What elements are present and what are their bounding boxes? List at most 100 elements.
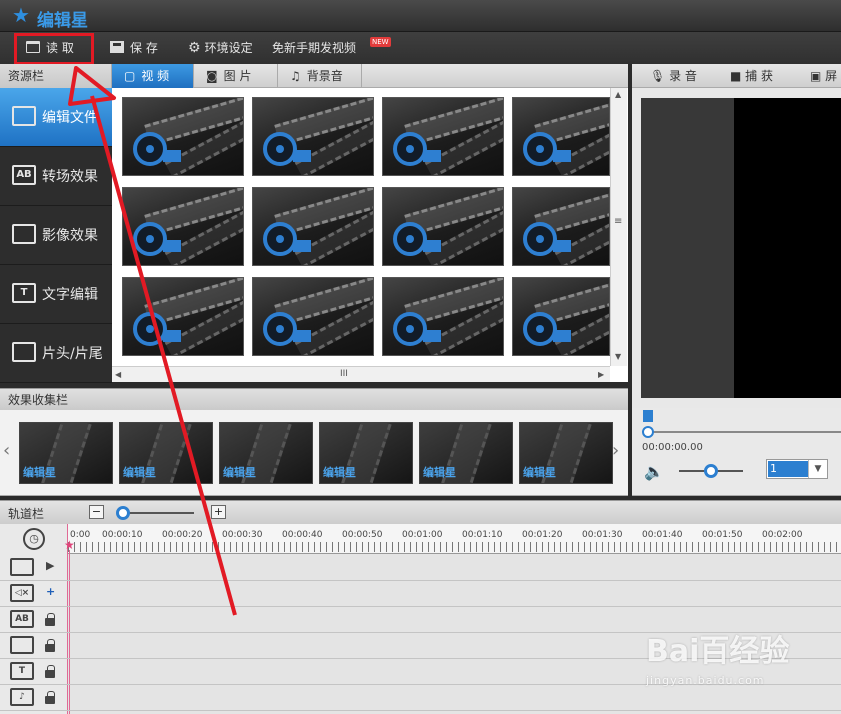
zoom-knob[interactable]	[116, 506, 130, 520]
ruler-tick-label: 00:02:00	[762, 530, 803, 540]
settings-button[interactable]: ⚙ 环境设定	[188, 32, 253, 64]
lock-icon[interactable]	[45, 639, 55, 652]
save-button[interactable]: 保 存	[110, 32, 158, 64]
sidebar-item-label: 影像效果	[42, 228, 98, 244]
video-thumbnail[interactable]	[512, 187, 610, 266]
ruler-tick-label: 00:01:40	[642, 530, 683, 540]
seek-bar[interactable]	[648, 431, 841, 433]
add-track-icon[interactable]: +	[46, 585, 55, 598]
ruler-tick-label: 00:00:10	[102, 530, 143, 540]
video-thumbnail[interactable]	[382, 97, 504, 176]
video-thumbnail[interactable]	[252, 277, 374, 356]
video-thumbnail[interactable]	[122, 277, 244, 356]
video-thumbnail[interactable]	[512, 277, 610, 356]
timecode: 00:00:00.00	[642, 442, 703, 453]
track-divider	[0, 606, 841, 607]
tab-video[interactable]: ▢ 视 频	[112, 64, 194, 88]
fx-scroll-right-icon[interactable]: ›	[612, 440, 619, 461]
ab-transition-icon: AB	[12, 165, 36, 185]
lock-icon[interactable]	[45, 665, 55, 678]
film-reel-icon	[523, 132, 557, 166]
film-reel-icon	[393, 132, 427, 166]
text-track-icon: T	[10, 662, 34, 680]
gear-icon: ⚙	[188, 40, 201, 56]
zoom-out-button[interactable]: −	[89, 505, 104, 519]
ruler-tick-label: 00:00:50	[342, 530, 383, 540]
track-title: 轨道栏	[8, 507, 45, 521]
sidebar-item-title-ending[interactable]: 片头/片尾	[0, 324, 112, 383]
camera-icon: ◙	[206, 69, 218, 83]
effect-thumbnail[interactable]: 编辑星	[119, 422, 213, 484]
record-label: 录 音	[669, 69, 697, 83]
effect-thumbnail[interactable]: 编辑星	[519, 422, 613, 484]
lock-icon[interactable]	[45, 613, 55, 626]
scroll-left-icon[interactable]: ◀	[115, 370, 121, 379]
volume-knob[interactable]	[704, 464, 718, 478]
seek-knob[interactable]	[642, 426, 654, 438]
volume-icon[interactable]: 🔈	[644, 462, 664, 481]
effect-thumbnail[interactable]: 编辑星	[319, 422, 413, 484]
save-label: 保 存	[130, 41, 158, 55]
screen-button[interactable]: ▣ 屏幕	[810, 64, 841, 107]
video-thumbnail[interactable]	[512, 97, 610, 176]
promo-link[interactable]: 免新手期发视频	[272, 32, 356, 64]
video-thumbnail[interactable]	[252, 97, 374, 176]
tab-music[interactable]: ♫背景音乐	[278, 64, 362, 107]
sidebar-item-image-effect[interactable]: 影像效果	[0, 206, 112, 265]
lock-icon[interactable]	[45, 691, 55, 704]
sidebar-item-label: 转场效果	[42, 169, 98, 185]
video-thumbnail[interactable]	[252, 187, 374, 266]
video-thumbnail[interactable]	[382, 187, 504, 266]
video-thumbnail[interactable]	[122, 187, 244, 266]
film-reel-icon	[393, 312, 427, 346]
horizontal-scrollbar[interactable]: ◀ III ▶	[112, 366, 610, 382]
capture-button[interactable]: ■ 捕 获	[730, 64, 773, 88]
effect-thumbnail-label: 编辑星	[523, 466, 556, 479]
playhead-marker[interactable]	[643, 410, 653, 422]
scroll-right-icon[interactable]: ▶	[598, 370, 604, 379]
video-track-icon	[10, 558, 34, 576]
music-note-icon: ♫	[290, 69, 301, 83]
film-reel-icon	[523, 222, 557, 256]
ruler-tick-label: 00:00:20	[162, 530, 203, 540]
scroll-grip-icon[interactable]: ≡	[614, 216, 622, 227]
transition-track-icon: AB	[10, 610, 34, 628]
speed-value[interactable]: 1	[768, 461, 808, 477]
watermark-logo: Bai百经验	[646, 634, 790, 669]
record-button[interactable]: 🎙 录 音	[650, 64, 697, 88]
effect-thumbnail-label: 编辑星	[223, 466, 256, 479]
ruler-tick-label: 00:01:00	[402, 530, 443, 540]
tab-image[interactable]: ◙ 图 片	[194, 64, 278, 88]
effect-thumbnail[interactable]: 编辑星	[19, 422, 113, 484]
scroll-grip-icon[interactable]: III	[340, 369, 348, 379]
chevron-down-icon[interactable]: ▼	[808, 460, 827, 478]
zoom-slider[interactable]	[122, 512, 194, 514]
music-track-icon: ♪	[10, 688, 34, 706]
video-thumbnail[interactable]	[122, 97, 244, 176]
effect-thumbnail-label: 编辑星	[423, 466, 456, 479]
effect-thumbnail[interactable]: 编辑星	[419, 422, 513, 484]
title-bar: ★ 编辑星	[0, 0, 841, 32]
film-frame-icon	[12, 106, 36, 126]
sidebar-item-transition[interactable]: AB 转场效果	[0, 147, 112, 206]
vertical-scrollbar[interactable]: ▲ ≡ ▼	[610, 88, 627, 366]
sidebar-item-text-edit[interactable]: T 文字编辑	[0, 265, 112, 324]
video-thumbnail[interactable]	[382, 277, 504, 356]
zoom-in-button[interactable]: +	[211, 505, 226, 519]
ruler-tick-label: 00:01:10	[462, 530, 503, 540]
expand-track-icon[interactable]: ▶	[46, 559, 54, 572]
sidebar-item-edit-file[interactable]: 编辑文件	[0, 88, 112, 147]
resource-header: 资源栏	[0, 64, 112, 88]
camera-icon: ■	[730, 69, 742, 83]
save-icon	[110, 41, 124, 53]
effect-thumbnail[interactable]: 编辑星	[219, 422, 313, 484]
scroll-up-icon[interactable]: ▲	[615, 90, 621, 99]
scroll-down-icon[interactable]: ▼	[615, 352, 621, 361]
fx-scroll-left-icon[interactable]: ‹	[3, 440, 10, 461]
preview-toolbar: 🎙 录 音 ■ 捕 获 ▣ 屏幕	[632, 64, 841, 107]
timeline-ruler[interactable]: 0:00 00:00:10 00:00:20 00:00:30 00:00:40 00:0…	[68, 524, 841, 554]
microphone-icon: 🎙	[650, 69, 666, 83]
sidebar-item-label: 片头/片尾	[42, 346, 103, 362]
ruler-tick-label: 00:01:50	[702, 530, 743, 540]
effects-header: 效果收集栏	[0, 388, 628, 410]
